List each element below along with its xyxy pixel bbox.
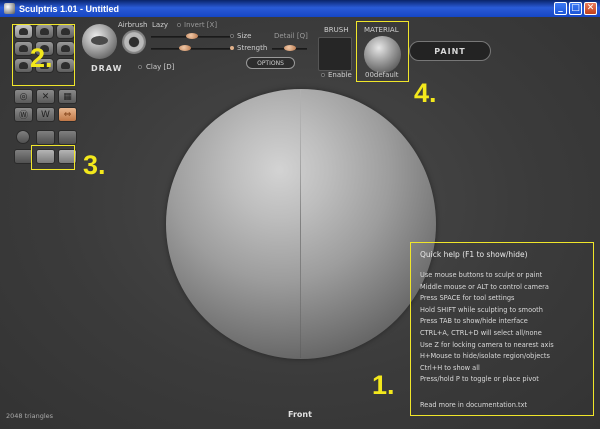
strength-label: Strength — [237, 44, 268, 52]
triangle-count: 2048 triangles — [6, 412, 54, 420]
invert-label: Invert [X] — [184, 21, 218, 29]
airbrush-toggle[interactable] — [122, 30, 146, 54]
quick-help-line: Press TAB to show/hide interface — [420, 317, 528, 326]
callout-number-1: 1. — [372, 370, 395, 400]
paint-button[interactable]: PAINT — [409, 41, 491, 61]
clay-radio[interactable] — [138, 65, 142, 69]
brush-texture-swatch[interactable] — [318, 37, 352, 71]
symmetry-button-grid: ◎ ✕ ▦ Ⓦ W ⇔ — [14, 89, 77, 122]
smooth-button[interactable]: Ⓦ — [14, 107, 33, 122]
sculpt-sphere-mesh[interactable] — [166, 89, 436, 359]
close-button[interactable]: ✕ — [584, 2, 597, 15]
brush-label: BRUSH — [324, 26, 349, 34]
quick-help-lines: Use mouse buttons to sculpt or paint Mid… — [420, 271, 554, 387]
size-radio[interactable] — [230, 34, 234, 38]
maximize-button[interactable]: □ — [569, 2, 582, 15]
lock-view-button[interactable] — [58, 130, 77, 145]
brush-enable-radio[interactable] — [321, 73, 325, 77]
window-controls: _ □ ✕ — [554, 2, 597, 15]
quick-help-line: Middle mouse or ALT to control camera — [420, 282, 549, 291]
size-slider-knob[interactable] — [186, 33, 198, 39]
camera-button[interactable] — [36, 130, 55, 145]
minimize-button[interactable]: _ — [554, 2, 567, 15]
quick-help-line: Press/hold P to toggle or place pivot — [420, 375, 539, 384]
x-symmetry-button[interactable]: ✕ — [36, 89, 55, 104]
quick-help-line: Ctrl+H to show all — [420, 363, 480, 372]
callout-number-3: 3. — [83, 150, 106, 180]
detail-label: Detail [Q] — [274, 32, 308, 40]
brush-enable-label: Enable — [328, 71, 352, 79]
material-preview-ball[interactable] — [364, 36, 401, 73]
material-name: 00default — [365, 71, 399, 79]
brush-shape-icon — [91, 36, 108, 45]
draw-brush-preview[interactable] — [82, 24, 117, 59]
wireframe-button[interactable]: ▦ — [58, 89, 77, 104]
draw-label: DRAW — [91, 64, 123, 73]
documentation-link-text: Read more in documentation.txt — [420, 401, 528, 409]
invert-radio[interactable] — [177, 23, 181, 27]
clay-label: Clay [D] — [146, 63, 175, 71]
quick-help-panel: Quick help (F1 to show/hide) Use mouse b… — [410, 242, 594, 416]
symmetry-seam — [300, 90, 301, 358]
quick-help-line: Use Z for locking camera to nearest axis — [420, 340, 554, 349]
window-title: Sculptris 1.01 - Untitled — [19, 3, 120, 14]
size-label: Size — [237, 32, 252, 40]
material-label: MATERIAL — [364, 26, 399, 34]
callout-box-3 — [31, 145, 75, 170]
app-icon — [4, 3, 15, 14]
quick-help-line: Use mouse buttons to sculpt or paint — [420, 271, 543, 279]
quick-help-line: Press SPACE for tool settings — [420, 294, 515, 303]
quick-help-line: Hold SHIFT while sculpting to smooth — [420, 305, 543, 314]
subdivide-button[interactable]: ◎ — [14, 89, 33, 104]
mirror-button[interactable]: ⇔ — [58, 107, 77, 122]
strength-radio[interactable] — [230, 46, 234, 50]
sphere-object-button[interactable] — [16, 130, 30, 144]
options-button[interactable]: OPTIONS — [246, 57, 295, 69]
window-title-bar: Sculptris 1.01 - Untitled _ □ ✕ — [0, 0, 600, 17]
airbrush-label: Airbrush — [118, 21, 148, 29]
strength-slider[interactable] — [151, 48, 231, 50]
detail-slider-knob[interactable] — [284, 45, 296, 51]
callout-number-2: 2. — [30, 43, 53, 73]
lazy-label: Lazy — [152, 21, 169, 29]
reduce-button[interactable]: W — [36, 107, 55, 122]
strength-slider-knob[interactable] — [179, 45, 191, 51]
callout-number-4: 4. — [414, 78, 437, 108]
view-orientation-label: Front — [288, 410, 312, 419]
quick-help-line: H+Mouse to hide/isolate region/objects — [420, 352, 550, 361]
quick-help-line: CTRL+A, CTRL+D will select all/none — [420, 328, 542, 337]
quick-help-title: Quick help (F1 to show/hide) — [420, 250, 528, 259]
